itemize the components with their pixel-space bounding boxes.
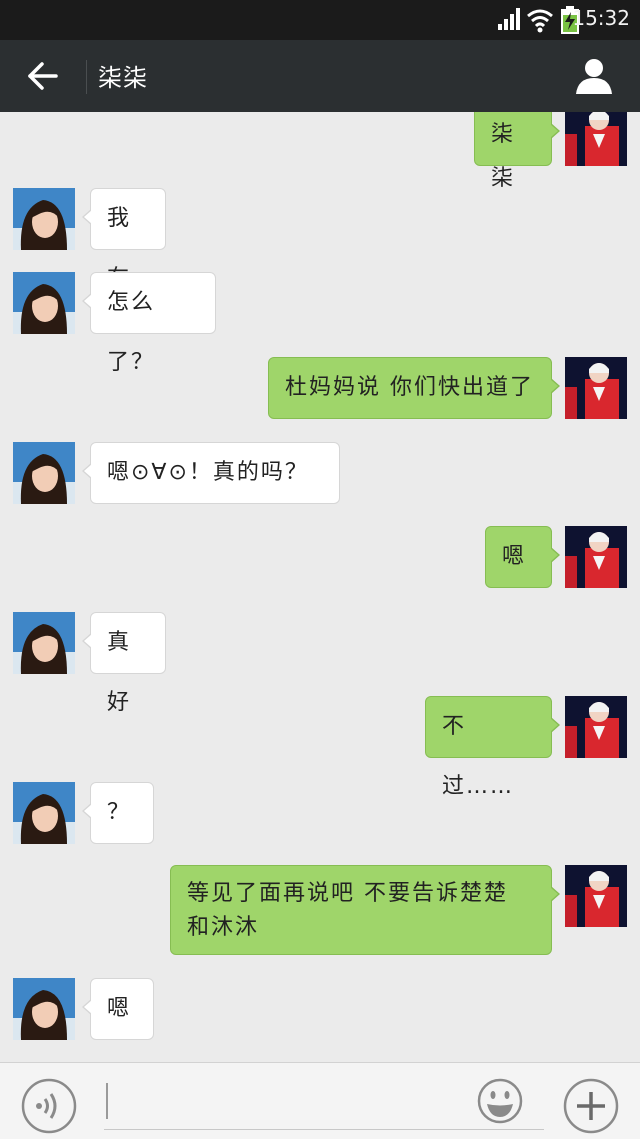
message-text: 杜妈妈说 你们快出道了 xyxy=(285,375,534,400)
avatar-self[interactable] xyxy=(565,112,627,166)
chat-area[interactable]: 柒柒 我在 怎么了？ xyxy=(0,112,640,1062)
message-bubble-received[interactable]: 我在 xyxy=(82,188,166,291)
emoji-icon xyxy=(477,1078,523,1124)
signal-icon xyxy=(498,8,520,30)
message-text: 不过…… xyxy=(442,714,515,799)
message-text: 真好 xyxy=(107,630,132,715)
avatar-contact[interactable] xyxy=(13,782,75,844)
plus-icon xyxy=(563,1078,619,1134)
avatar-self[interactable] xyxy=(565,865,627,927)
avatar-contact[interactable] xyxy=(13,442,75,504)
message-text: 怎么了？ xyxy=(107,290,156,375)
status-time: 15:32 xyxy=(572,6,630,30)
avatar-contact[interactable] xyxy=(13,272,75,334)
message-text: 嗯 xyxy=(502,544,527,569)
message-bubble-sent[interactable]: 杜妈妈说 你们快出道了 xyxy=(268,357,560,419)
message-bubble-sent[interactable]: 不过…… xyxy=(425,696,560,799)
profile-button[interactable] xyxy=(574,56,614,96)
avatar-contact[interactable] xyxy=(13,188,75,250)
message-text-line2: 和沐沐 xyxy=(187,915,260,940)
avatar-self[interactable] xyxy=(565,526,627,588)
message-bubble-sent[interactable]: 柒柒 xyxy=(474,112,560,191)
message-text: 嗯 xyxy=(107,996,132,1021)
message-text: 柒柒 xyxy=(491,122,516,191)
message-bubble-received[interactable]: 嗯 xyxy=(82,978,154,1040)
message-text: 等见了面再说吧 不要告诉楚楚 xyxy=(187,881,508,906)
message-bubble-received[interactable]: 怎么了？ xyxy=(82,272,216,375)
chat-title: 柒柒 xyxy=(98,64,148,92)
voice-button[interactable] xyxy=(20,1077,78,1135)
avatar-contact[interactable] xyxy=(13,978,75,1040)
avatar-contact[interactable] xyxy=(13,612,75,674)
text-cursor xyxy=(106,1083,108,1119)
emoji-button[interactable] xyxy=(476,1077,524,1125)
message-bubble-received[interactable]: 嗯⊙∀⊙！真的吗？ xyxy=(82,442,340,504)
arrow-left-icon xyxy=(28,62,58,90)
status-bar: 15:32 xyxy=(0,0,640,40)
header-divider xyxy=(86,60,87,94)
input-bar xyxy=(0,1062,640,1139)
more-button[interactable] xyxy=(562,1077,620,1135)
message-bubble-sent[interactable]: 等见了面再说吧 不要告诉楚楚 和沐沐 xyxy=(170,865,560,955)
back-button[interactable] xyxy=(18,58,62,94)
message-bubble-sent[interactable]: 嗯 xyxy=(485,526,560,588)
avatar-self[interactable] xyxy=(565,357,627,419)
person-icon xyxy=(576,59,612,94)
voice-icon xyxy=(21,1078,77,1134)
avatar-self[interactable] xyxy=(565,696,627,758)
message-bubble-received[interactable]: ？ xyxy=(82,782,154,844)
message-text: 嗯⊙∀⊙！真的吗？ xyxy=(107,460,309,485)
wifi-icon xyxy=(527,9,553,33)
chat-header: 柒柒 xyxy=(0,40,640,112)
message-text: ？ xyxy=(107,800,132,825)
message-bubble-received[interactable]: 真好 xyxy=(82,612,166,715)
